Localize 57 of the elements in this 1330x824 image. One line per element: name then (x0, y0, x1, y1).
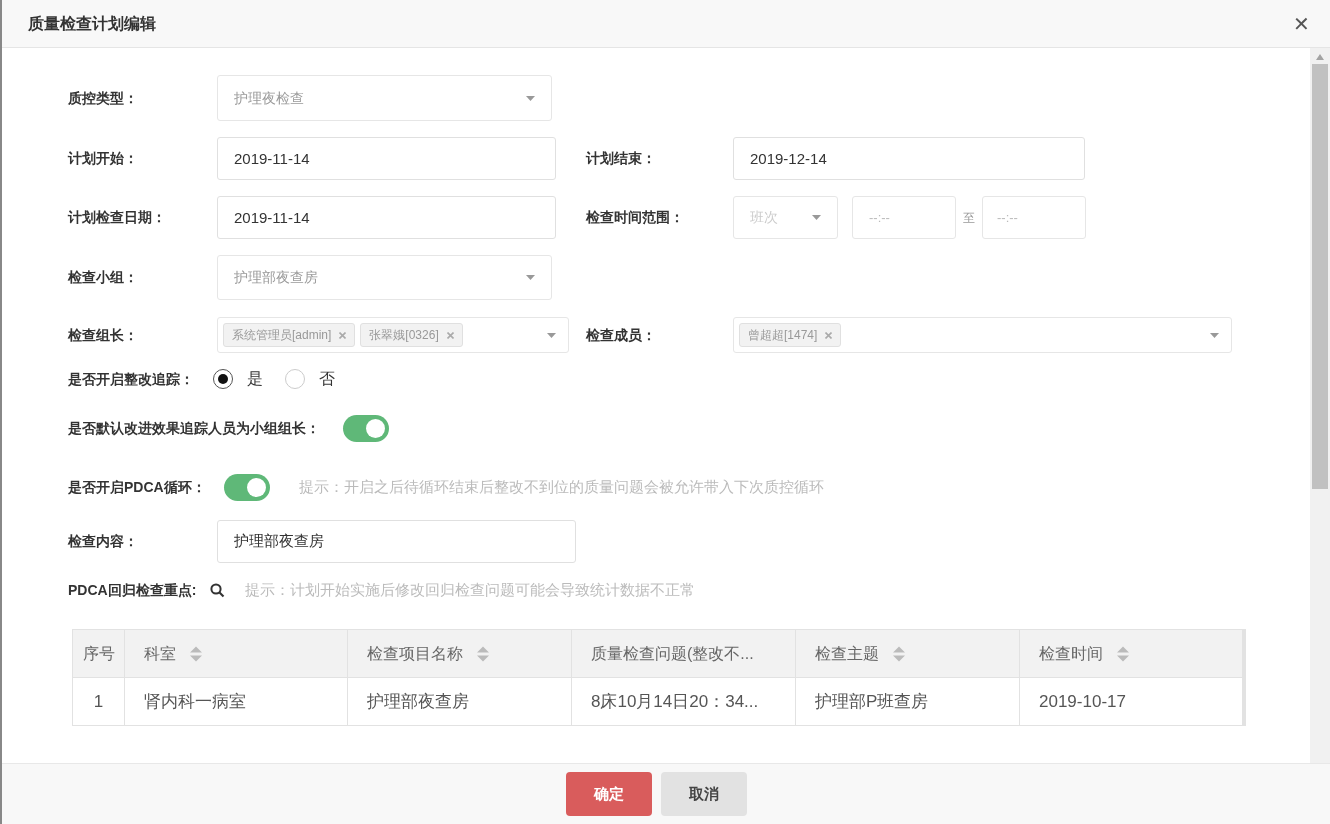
table-cell: 护理部P班查房 (796, 678, 1020, 725)
sort-icon[interactable] (477, 645, 489, 662)
table-cell: 护理部夜查房 (348, 678, 572, 725)
search-icon[interactable] (210, 582, 226, 598)
input-field[interactable]: 护理部夜查房 (217, 520, 576, 563)
sort-icon[interactable] (1117, 645, 1129, 662)
dialog-title: 质量检查计划编辑 (28, 13, 156, 34)
field-label: 检查内容： (68, 532, 139, 551)
input-field[interactable]: 2019-12-14 (733, 137, 1085, 180)
sort-icon[interactable] (190, 645, 202, 662)
field-label: 质控类型： (68, 88, 139, 108)
time-field[interactable]: --:-- (982, 196, 1086, 239)
sort-icon[interactable] (893, 645, 905, 662)
cancel-button[interactable]: 取消 (660, 772, 747, 816)
field-label: 检查时间范围： (586, 208, 685, 227)
radio-option[interactable]: 否 (285, 367, 335, 391)
scroll-up-icon[interactable] (1316, 54, 1324, 60)
caret-icon (1210, 332, 1219, 338)
caret-icon (526, 275, 535, 280)
field-label: 是否开启PDCA循环： (68, 477, 207, 497)
toggle-switch[interactable] (343, 414, 389, 442)
input-field[interactable]: 2019-11-14 (217, 196, 556, 239)
column-header: 质量检查问题(整改不... (572, 630, 796, 677)
column-header: 序号 (73, 630, 125, 677)
field-label: 计划检查日期： (68, 208, 167, 227)
hint-text: 提示：计划开始实施后修改回归检查问题可能会导致统计数据不正常 (245, 579, 696, 600)
field-label: 是否开启整改追踪： (68, 369, 195, 389)
scrollbar[interactable] (1310, 48, 1330, 763)
confirm-button[interactable]: 确定 (565, 772, 652, 816)
caret-icon (547, 332, 556, 338)
field-label: 检查组长： (68, 325, 139, 345)
remove-icon[interactable] (446, 331, 454, 339)
remove-icon[interactable] (339, 331, 347, 339)
range-separator: 至 (962, 209, 976, 227)
radio-option[interactable]: 是 (213, 367, 263, 391)
time-field[interactable]: --:-- (852, 196, 956, 239)
field-label: 计划结束： (586, 149, 657, 168)
caret-icon (812, 215, 821, 220)
table-cell: 1 (73, 678, 125, 725)
field-label: PDCA回归检查重点: (68, 580, 197, 600)
table-cell: 肾内科一病室 (125, 678, 348, 725)
close-button[interactable]: ✕ (1293, 13, 1310, 34)
column-header[interactable]: 科室 (125, 630, 348, 677)
table-cell-text: 2019-10-17 (1038, 690, 1127, 713)
toggle-switch[interactable] (224, 473, 270, 501)
caret-icon (526, 95, 535, 101)
field-label: 检查小组： (68, 268, 139, 287)
field-label: 检查成员： (586, 325, 657, 345)
input-field[interactable]: 2019-11-14 (217, 137, 556, 180)
column-header[interactable]: 检查时间 (1020, 630, 1244, 677)
hint-text: 提示：开启之后待循环结束后整改不到位的质量问题会被允许带入下次质控循环 (299, 476, 824, 497)
column-header[interactable]: 检查项目名称 (348, 630, 572, 677)
field-label: 是否默认改进效果追踪人员为小组组长： (68, 418, 321, 438)
field-label: 计划开始： (68, 149, 139, 168)
column-header[interactable]: 检查主题 (796, 630, 1020, 677)
remove-icon[interactable] (825, 331, 833, 339)
table-cell: 8床10月14日20：34... (572, 678, 796, 725)
